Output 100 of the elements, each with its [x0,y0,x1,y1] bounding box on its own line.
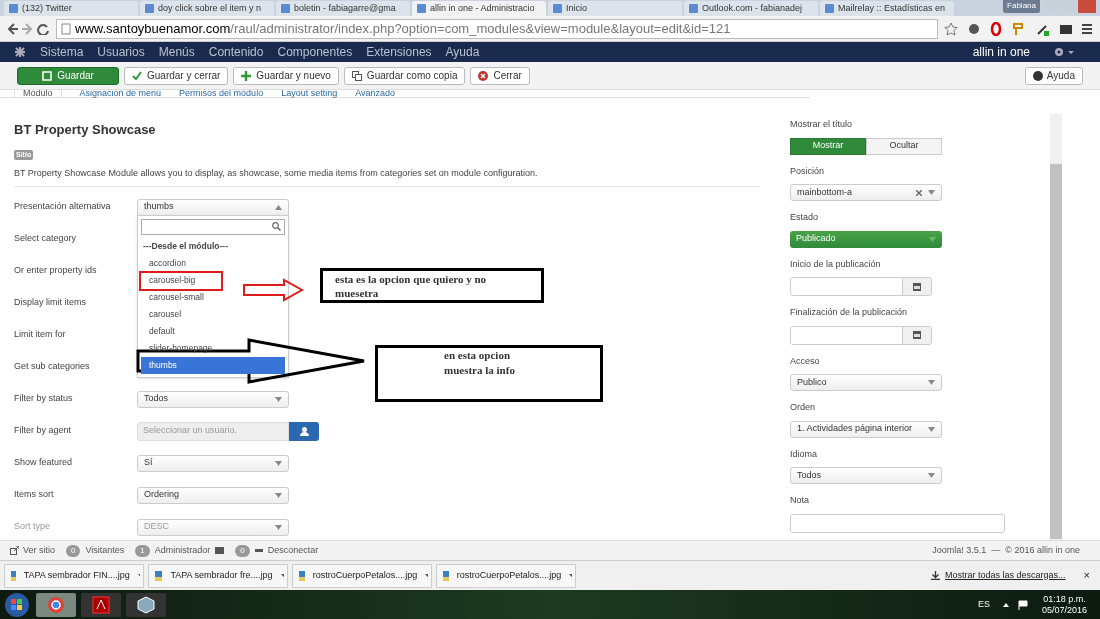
select-field[interactable]: Sí [137,454,289,472]
select-field[interactable]: Todos [137,390,289,408]
status-text: Administrador [154,543,211,557]
count-badge: 0 [66,544,81,557]
plus-icon [241,70,252,81]
select-field[interactable]: mainbottom-a [790,184,942,201]
browser-tab[interactable]: (132) Twitter [4,1,138,16]
logout-link[interactable]: Desconectar [267,543,319,558]
dropdown-option[interactable]: carousel [141,305,285,323]
pdf-taskbar-icon [81,592,121,617]
arrow-icon [242,278,304,302]
favicon-icon [417,4,426,13]
settings-icon [1054,47,1076,57]
dropdown-option[interactable]: default [141,322,285,340]
calendar-button[interactable] [902,326,931,344]
toolbar-button[interactable]: Guardar [17,66,119,85]
annotation-note: en esta opcion muestra la info [375,345,603,402]
caret-icon [425,574,428,577]
site-link[interactable]: allin in one [972,43,1030,61]
browser-tab[interactable]: allin in one - Administracio [412,1,546,16]
favicon-icon [281,4,290,13]
user-badge: Fabiana [1003,0,1040,13]
module-tab[interactable]: Avanzado [355,90,396,97]
caret-icon [928,190,935,195]
select-field[interactable]: 1. Actividades página interior [790,420,942,438]
url-field[interactable]: www.santoybuenamor.com/raul/administrator/index.php?option=com_modules&view=module&layout=edit&id=121 [56,18,938,39]
dropdown-option[interactable]: thumbs [141,356,285,374]
download-item[interactable]: TAPA sembrador fre....jpg [148,563,288,588]
field-label: Acceso [790,354,821,368]
image-file-icon [155,570,163,581]
date-field[interactable] [790,277,932,296]
download-item[interactable]: rostroCuerpoPetalos....jpg [436,563,576,588]
caret-icon [569,574,572,577]
browser-tab[interactable]: boletin - fabiagarre@gma [276,1,410,16]
note-field[interactable] [790,513,1005,533]
dropdown-option[interactable]: carousel-big [141,271,285,289]
calendar-icon [913,331,921,339]
toolbar-button[interactable]: Cerrar [470,66,530,85]
clear-icon [916,189,922,196]
caret-icon [928,380,935,385]
toggle-button[interactable]: Ocultar [866,137,942,155]
favicon-icon [145,4,154,13]
menu-item[interactable]: Extensiones [366,43,432,61]
browser-tab[interactable]: Mailrelay :: Estadísticas en [820,1,954,16]
favicon-icon [9,4,18,13]
select-field[interactable]: Ordering [137,486,289,504]
download-item[interactable]: rostroCuerpoPetalos....jpg [292,563,432,588]
dropdown-option[interactable]: carousel-small [141,288,285,306]
menu-item[interactable]: Sistema [40,43,84,61]
calendar-icon [913,282,921,291]
caret-icon [928,426,935,432]
browser-tab[interactable]: doy click sobre el item y n [140,1,274,16]
select-field[interactable]: thumbs [137,198,289,216]
field-label: Limit item for [14,328,67,342]
module-tab[interactable]: Módulo [14,90,62,97]
user-select-button[interactable] [289,421,319,441]
menu-item[interactable]: Menús [158,43,195,61]
version-text: Joomla! 3.5.1 — © 2016 allin in one [932,543,1080,557]
download-icon [931,571,940,580]
module-tab[interactable]: Asignación de menú [79,90,162,97]
field-label: Presentación alternativa [14,200,112,214]
dropdown-search-field[interactable] [141,218,285,235]
search-icon [272,222,281,231]
browser-tab[interactable]: Outlook.com - fabianadej [684,1,818,16]
browser-tab[interactable]: Inicio [548,1,682,16]
menu-item[interactable]: Usuarios [97,43,145,61]
toggle-button[interactable]: Mostrar [790,137,866,155]
copy-icon [351,70,362,81]
joomla-logo-icon [14,46,26,58]
toolbar-button[interactable]: Guardar como copia [343,66,466,85]
close-button[interactable]: × [1083,567,1090,584]
calendar-button[interactable] [902,278,931,295]
select-field[interactable]: Publico [790,374,942,391]
select-field[interactable]: Todos [790,467,942,484]
caret-icon [280,574,284,577]
show-all-downloads-link[interactable]: Mostrar todas las descargas... [931,568,1066,583]
field-label: Sort type [14,520,52,534]
menu-item[interactable]: Ayuda [445,43,480,61]
dropdown-option[interactable]: accordion [141,254,285,272]
download-item[interactable]: TAPA sembrador FIN....jpg [4,563,144,588]
help-button[interactable]: Ayuda [1024,66,1083,85]
module-tab[interactable]: Layout setting [281,90,338,97]
menu-item[interactable]: Componentes [277,43,353,61]
view-site-link[interactable]: Ver sitio [10,543,55,558]
date-field[interactable] [790,325,932,345]
status-select[interactable]: Publicado [790,230,942,248]
field-label: Show featured [14,456,74,470]
image-file-icon [443,570,449,581]
menu-item[interactable]: Contenido [208,43,264,61]
field-label: Orden [790,401,816,414]
caret-icon [137,574,140,577]
user-icon [299,426,309,436]
caret-icon [929,236,936,242]
browser-taskbar-icon [36,592,76,617]
module-tab[interactable]: Permisos del módulo [179,90,264,97]
count-badge: 1 [135,544,150,557]
caret-icon [275,204,282,210]
toolbar-button[interactable]: Guardar y nuevo [233,66,339,85]
toolbar-button[interactable]: Guardar y cerrar [124,66,229,85]
language-indicator[interactable]: ES [977,597,990,612]
